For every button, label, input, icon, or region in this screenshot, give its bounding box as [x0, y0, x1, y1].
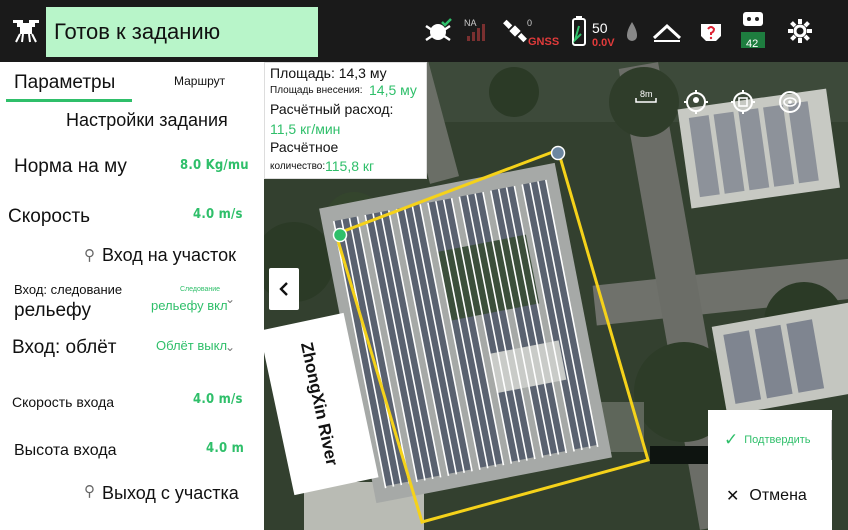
mission-status: Готов к заданию [46, 7, 318, 57]
calc-rate-value: 11,5 кг/мин [270, 121, 341, 137]
entry-speed-label: Скорость входа [12, 394, 115, 410]
rate-value[interactable]: 8.0 Kg/mu [180, 158, 249, 173]
chevron-down-icon[interactable]: ⌄ [225, 292, 235, 306]
exit-pin-icon: ⚲ [84, 483, 95, 500]
settings-gear-icon[interactable] [786, 14, 814, 48]
battery-icon [568, 14, 590, 48]
entry-follow-value-1[interactable]: Следование [180, 286, 220, 293]
tab-parameters[interactable]: Параметры [14, 72, 115, 94]
entry-avoid-value[interactable]: Облёт выкл [156, 338, 227, 353]
entry-follow-label: Вход: следование [14, 282, 123, 297]
battery-voltage: 0.0V [592, 37, 615, 49]
confirm-label: Подтвердить [744, 434, 811, 446]
spray-level-icon [622, 14, 642, 48]
exit-header[interactable]: Выход с участка [102, 483, 239, 504]
gnss-count: 0 [527, 18, 533, 28]
speed-label: Скорость [8, 206, 91, 227]
area-value: Площадь: 14,3 му [270, 65, 387, 81]
cancel-button[interactable]: ✕ Отмена [708, 476, 832, 516]
chevron-down-icon[interactable]: ⌄ [225, 340, 235, 354]
confirm-button[interactable]: ✓ Подтвердить [708, 420, 832, 460]
active-tab-indicator [6, 99, 132, 102]
obstacle-warning-icon[interactable] [696, 14, 726, 48]
drone-logo-icon[interactable] [6, 9, 46, 53]
collapse-panel-button[interactable] [269, 268, 299, 310]
locate-rc-icon[interactable] [729, 88, 757, 116]
entry-pin-icon: ⚲ [84, 247, 95, 264]
entry-follow-label-2: рельефу [14, 300, 91, 321]
applied-area-value: 14,5 му [369, 82, 417, 98]
speed-value[interactable]: 4.0 m/s [193, 207, 243, 222]
section-title: Настройки задания [66, 110, 228, 130]
start-point-marker[interactable] [332, 227, 348, 243]
applied-area-label: Площадь внесения: [270, 85, 363, 96]
tab-route[interactable]: Маршрут [174, 74, 225, 88]
map-scale-label: 8m [640, 89, 653, 99]
map-dark-strip [650, 446, 708, 464]
rate-label: Норма на му [14, 156, 127, 177]
parameters-panel: Параметры Маршрут Настройки задания Норм… [0, 62, 264, 530]
entry-speed-value[interactable]: 4.0 m/s [193, 392, 243, 407]
gnss-label: GNSS [528, 36, 560, 48]
close-icon: ✕ [726, 488, 740, 505]
river-name: ZhongXin River [297, 340, 342, 468]
entry-height-label: Высота входа [14, 442, 117, 459]
battery-percent: 50 [592, 20, 608, 36]
end-point-marker[interactable] [550, 145, 566, 161]
rc-signal-label: NA [464, 18, 477, 28]
calc-rate-label: Расчётный расход: [270, 101, 394, 117]
calc-qty-value: 115,8 кг [325, 158, 375, 174]
chevron-left-icon [279, 282, 288, 296]
entry-height-value[interactable]: 4.0 m [206, 441, 244, 456]
view-toggle-eye-icon[interactable] [776, 88, 804, 116]
entry-follow-value-2[interactable]: рельефу вкл [151, 298, 228, 313]
entry-avoid-label: Вход: облёт [12, 337, 117, 358]
action-panel: ✓ Подтвердить ✕ Отмена [708, 410, 832, 530]
top-status-bar: Готов к заданию NA 0 GNSS 50 0.0V 42 [0, 0, 848, 62]
locate-drone-icon[interactable] [682, 88, 710, 116]
field-info-box: Площадь: 14,3 му Площадь внесения: 14,5 … [264, 62, 427, 179]
drone-status-icon[interactable] [422, 14, 456, 48]
terrain-radar-icon[interactable] [650, 14, 684, 48]
calc-qty-label: Расчётное [270, 139, 339, 155]
cancel-label: Отмена [749, 487, 807, 504]
mission-status-text: Готов к заданию [54, 19, 221, 44]
calc-qty-label-2: количество: [270, 161, 326, 172]
controller-battery-value: 42 [746, 38, 759, 50]
entry-header[interactable]: Вход на участок [102, 245, 236, 266]
check-icon: ✓ [724, 430, 739, 449]
